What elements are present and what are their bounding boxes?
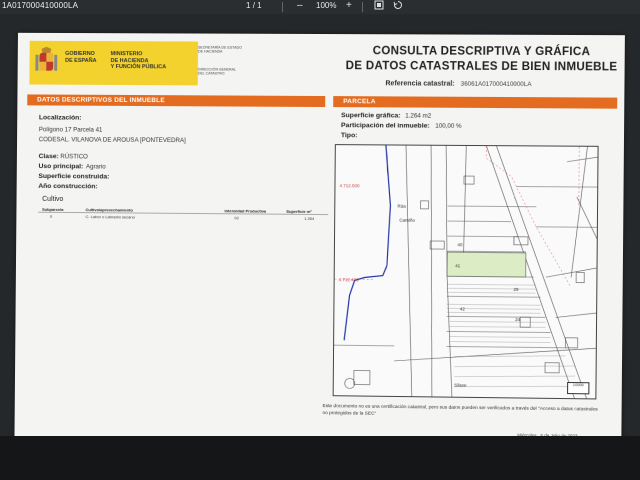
clase-value: RÚSTICO [60, 153, 88, 161]
superficie-grafica-label: Superficie gráfica: [341, 112, 401, 120]
section-header-descriptive: DATOS DESCRIPTIVOS DEL INMUEBLE [27, 94, 326, 108]
fit-page-icon[interactable] [374, 0, 384, 14]
superficie-construida-label: Superficie construida: [38, 172, 110, 181]
participacion-value: 100,00 % [435, 122, 462, 130]
anio-construccion-label: Año construcción: [38, 182, 98, 191]
toolbar-divider [362, 2, 363, 12]
map-coord-mid: 4.712.400 [338, 277, 359, 283]
cultivo-title: Cultivo [42, 195, 64, 203]
directorate-label: DIRECCIÓN GENERAL DEL CATASTRO [197, 67, 237, 76]
map-parcel-41: 41 [455, 263, 461, 269]
page-total: 1 [257, 1, 262, 10]
cultivo-cell-subparcela: 0 [49, 213, 53, 219]
rotate-icon[interactable] [393, 0, 403, 14]
uso-label: Uso principal: [38, 163, 84, 171]
cadastral-reference: Referencia catastral: 36061A017000410000L… [385, 80, 532, 89]
map-road-label: Camiño [399, 217, 415, 223]
government-logo-box: GOBIERNO DE ESPAÑA MINISTERIO DE HACIEND… [29, 40, 199, 86]
uso-value: Agrario [85, 163, 106, 171]
map-bottom-name: Silaxe [454, 382, 467, 388]
document-viewport[interactable]: GOBIERNO DE ESPAÑA MINISTERIO DE HACIEND… [0, 14, 640, 480]
government-label: GOBIERNO DE ESPAÑA [65, 50, 97, 64]
localizacion-line1: Polígono 17 Parcela 41 [38, 126, 103, 134]
pdf-toolbar: 1A017000410000LA 1 / 1 – 100% + [0, 0, 640, 14]
zoom-in-button[interactable]: + [346, 0, 352, 12]
map-parcel-40: 40 [457, 242, 463, 248]
document-filename: 1A017000410000LA [2, 1, 79, 10]
tipo-label: Tipo: [340, 132, 358, 140]
zoom-out-button[interactable]: – [297, 0, 303, 12]
map-coord-top: 4.712.500 [339, 183, 360, 189]
zoom-level-input[interactable]: 100% [316, 1, 336, 10]
localizacion-label: Localización: [38, 114, 82, 122]
superficie-grafica-value: 1.264 m2 [405, 112, 432, 120]
table-divider [38, 211, 329, 216]
map-left-name: Rúa [397, 203, 406, 209]
cultivo-cell-superficie: 1.264 [304, 215, 315, 221]
ministry-label: MINISTERIO DE HACIENDA Y FUNCIÓN PÚBLICA [110, 51, 167, 71]
monitor-bezel [0, 436, 640, 480]
cultivo-cell-intensidad: 02 [234, 215, 239, 221]
map-parcel-42: 42 [459, 306, 465, 312]
secretariat-label: SECRETARÍA DE ESTADO DE HACIENDA [197, 45, 242, 54]
localizacion-line2: CODESAL. VILANOVA DE AROUSA [PONTEVEDRA] [38, 136, 186, 145]
disclaimer-note: Este documento no es una certificación c… [322, 404, 598, 417]
map-scale: 1/2000 [567, 381, 590, 395]
clase-label: Clase: [38, 153, 59, 161]
document-title: CONSULTA DESCRIPTIVA Y GRÁFICA DE DATOS … [345, 45, 618, 74]
participacion-label: Participación del inmueble: [340, 122, 430, 130]
map-drawing [333, 145, 599, 399]
cadastral-map[interactable]: 4.712.500 4.712.400 40 41 42 29 24 Camiñ… [332, 144, 599, 400]
map-parcel-24: 24 [515, 317, 521, 323]
toolbar-divider [282, 2, 283, 12]
page-indicator: 1 / 1 [246, 1, 262, 10]
page-current[interactable]: 1 [246, 1, 250, 10]
map-parcel-29: 29 [513, 286, 519, 292]
document-page: GOBIERNO DE ESPAÑA MINISTERIO DE HACIEND… [14, 32, 625, 451]
cultivo-cell-cultivo: C- Labor o Labradío secano [85, 214, 135, 220]
section-header-parcela: PARCELA [333, 96, 618, 109]
coat-of-arms-icon [35, 47, 58, 72]
